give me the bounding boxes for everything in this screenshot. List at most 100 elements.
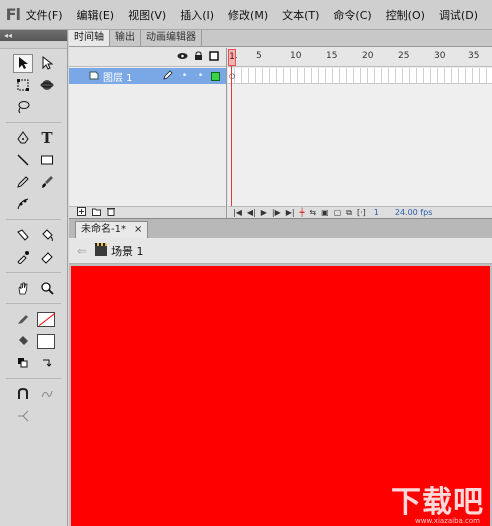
stroke-color-icon[interactable] [13,310,33,329]
current-frame[interactable]: 1 [374,208,379,217]
document-tab[interactable]: 未命名-1* × [75,221,149,238]
ruler-number: 5 [256,51,262,61]
stroke-color-swatch[interactable] [37,311,55,327]
tools-panel: ◂◂ T [0,30,68,526]
zoom-tool-icon[interactable] [37,279,57,298]
swap-colors-icon[interactable] [37,354,57,373]
first-frame-icon[interactable]: |◀ [233,208,242,217]
tab-output[interactable]: 输出 [110,30,141,46]
new-folder-icon[interactable] [92,208,101,218]
pen-tool-icon[interactable] [13,129,33,148]
keyframe-icon[interactable]: ○ [229,72,235,80]
scene-label[interactable]: 场景 1 [111,243,144,259]
timeline-tabs: 时间轴 输出 动画编辑器 [69,30,492,47]
layer-type-icon [89,70,99,83]
ruler-number: 30 [434,51,446,61]
subselection-tool-icon[interactable] [37,54,57,73]
3d-rotation-tool-icon[interactable] [37,76,57,95]
paint-bucket-tool-icon[interactable] [37,226,57,245]
layers-pane: 图层 1 • • [69,48,227,218]
play-icon[interactable]: ▶ [261,208,267,217]
free-transform-tool-icon[interactable] [13,76,33,95]
onion-skin-icon[interactable]: ▣ [321,208,329,217]
center-frame-icon[interactable]: ┿ [300,208,305,217]
document-tabs: 未命名-1* × [69,219,492,238]
fill-color-swatch[interactable] [37,333,55,349]
pencil-tool-icon[interactable] [13,173,33,192]
playhead[interactable]: 1 [228,49,236,66]
loop-icon[interactable]: ⇆ [309,208,316,217]
tools-divider [6,303,61,304]
tab-timeline[interactable]: 时间轴 [69,30,110,46]
tab-motion-editor[interactable]: 动画编辑器 [141,30,202,46]
eyedropper-tool-icon[interactable] [13,248,33,267]
new-layer-icon[interactable] [77,207,86,218]
lock-icon[interactable] [190,50,206,64]
menu-commands[interactable]: 命令(C) [333,7,371,23]
onion-markers-icon[interactable]: [·] [357,208,366,217]
layer-row[interactable]: 图层 1 • • [69,68,226,84]
menu-text[interactable]: 文本(T) [282,7,319,23]
menu-debug[interactable]: 调试(D) [439,7,478,23]
eraser-tool-icon[interactable] [37,248,57,267]
layers-footer [69,206,226,218]
menu-bar: Fl 文件(F) 编辑(E) 视图(V) 插入(I) 修改(M) 文本(T) 命… [0,0,492,30]
layer-outline-color[interactable] [210,71,220,81]
frame-row[interactable]: ○ [228,68,492,84]
tools-divider [6,272,61,273]
frame-ruler[interactable]: 1 5 10 15 20 25 30 35 [228,48,492,67]
close-icon[interactable]: × [134,222,142,238]
snap-to-objects-icon[interactable] [13,385,33,404]
ruler-number: 10 [290,51,302,61]
menu-file[interactable]: 文件(F) [26,7,63,23]
brush-tool-icon[interactable] [37,173,57,192]
prev-frame-icon[interactable]: ◀| [247,208,256,217]
smooth-icon[interactable] [37,385,57,404]
tools-collapse-button[interactable]: ◂◂ [0,30,67,41]
tools-divider [6,378,61,379]
menu-control[interactable]: 控制(O) [386,7,425,23]
stage[interactable]: 下载吧 www.xiazaiba.com [71,266,490,526]
menu-edit[interactable]: 编辑(E) [77,7,115,23]
lasso-tool-icon[interactable] [13,98,33,117]
fill-color-icon[interactable] [13,332,33,351]
last-frame-icon[interactable]: ▶| [286,208,295,217]
back-arrow-icon[interactable]: ⇐ [77,244,87,258]
watermark-logo: 下载吧 [391,485,484,520]
frame-rate[interactable]: 24.00 fps [395,208,433,217]
menu-modify[interactable]: 修改(M) [228,7,268,23]
menu-insert[interactable]: 插入(I) [180,7,214,23]
frames-footer: |◀ ◀| ▶ |▶ ▶| ┿ ⇆ ▣ ▢ ⧉ [·] 1 24.00 fps [228,206,492,218]
next-frame-icon[interactable]: |▶ [272,208,281,217]
straighten-icon[interactable] [13,407,33,426]
scene-icon [95,242,108,256]
menu-list: 文件(F) 编辑(E) 视图(V) 插入(I) 修改(M) 文本(T) 命令(C… [26,7,492,23]
layers-header [69,48,226,67]
layer-name[interactable]: 图层 1 [103,69,133,84]
timeline-panel: 时间轴 输出 动画编辑器 图层 1 • • 5 10 15 20 25 30 3… [69,30,492,218]
playhead-line [231,66,232,206]
document-tab-title: 未命名-1* [81,224,126,235]
ruler-number: 25 [398,51,410,61]
edit-multiple-icon[interactable]: ⧉ [346,208,352,218]
hand-tool-icon[interactable] [13,279,33,298]
eye-icon[interactable] [174,52,190,63]
black-white-icon[interactable] [13,354,33,373]
app-logo: Fl [5,5,21,24]
delete-layer-icon[interactable] [107,207,115,218]
tools-divider [6,122,61,123]
tools-grip[interactable] [0,41,67,49]
rectangle-tool-icon[interactable] [37,151,57,170]
outline-icon[interactable] [206,50,222,64]
text-tool-icon[interactable]: T [37,129,57,148]
deco-tool-icon[interactable] [13,195,33,214]
bone-tool-icon[interactable] [13,226,33,245]
onion-outline-icon[interactable]: ▢ [334,208,342,217]
layer-visible-dot[interactable]: • [177,71,193,81]
layer-lock-dot[interactable]: • [193,71,209,81]
menu-view[interactable]: 视图(V) [128,7,166,23]
ruler-number: 20 [362,51,374,61]
selection-tool-icon[interactable] [13,53,33,73]
frames-pane: 1 5 10 15 20 25 30 35 ○ 1 |◀ ◀| ▶ |▶ ▶| … [228,48,492,218]
line-tool-icon[interactable] [13,151,33,170]
